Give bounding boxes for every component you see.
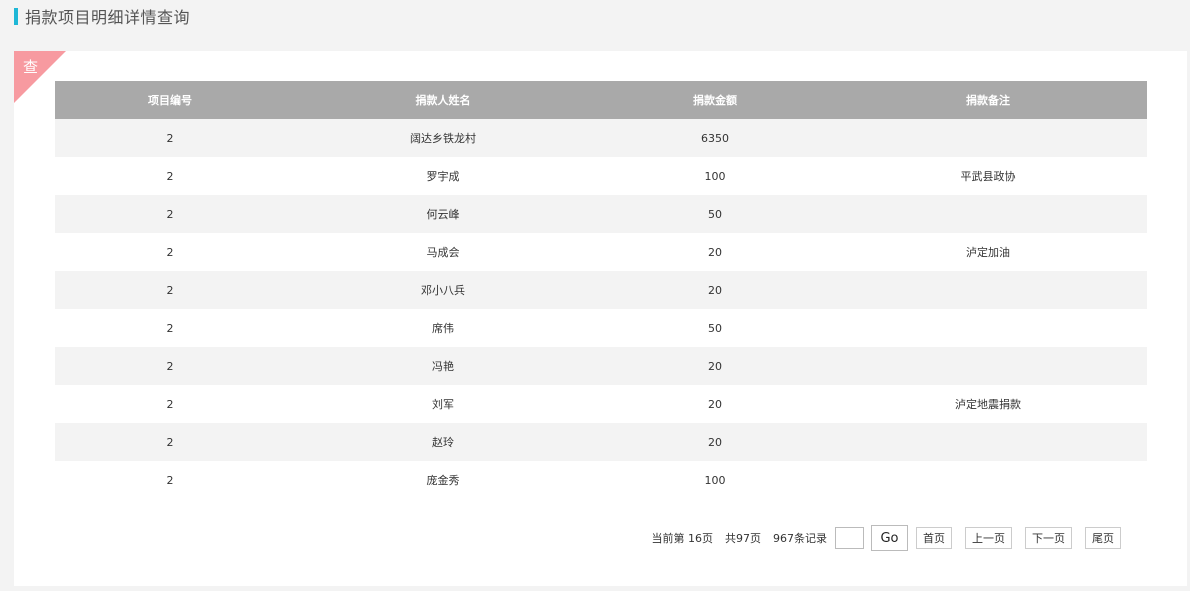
table-row: 2 马成会 20 泸定加油 xyxy=(55,233,1147,271)
cell-project-id: 2 xyxy=(55,385,285,423)
cell-donor-name: 庞金秀 xyxy=(285,461,601,499)
header-amount: 捐款金额 xyxy=(601,81,829,119)
corner-label: 查 xyxy=(23,58,39,76)
table-row: 2 刘军 20 泸定地震捐款 xyxy=(55,385,1147,423)
cell-amount: 20 xyxy=(601,347,829,385)
page-header: 捐款项目明细详情查询 xyxy=(14,6,191,27)
cell-remark: 泸定加油 xyxy=(829,233,1147,271)
title-accent-bar xyxy=(14,7,18,25)
cell-remark xyxy=(829,347,1147,385)
cell-donor-name: 马成会 xyxy=(285,233,601,271)
cell-amount: 20 xyxy=(601,423,829,461)
prev-page-button[interactable]: 上一页 xyxy=(965,527,1012,549)
table-row: 2 席伟 50 xyxy=(55,309,1147,347)
cell-remark xyxy=(829,309,1147,347)
cell-remark xyxy=(829,423,1147,461)
cell-project-id: 2 xyxy=(55,347,285,385)
cell-donor-name: 刘军 xyxy=(285,385,601,423)
results-panel: 查 项目编号 捐款人姓名 捐款金额 捐款备注 2 阔达乡铁龙村 6350 2 罗… xyxy=(14,51,1187,586)
cell-amount: 20 xyxy=(601,385,829,423)
table-row: 2 冯艳 20 xyxy=(55,347,1147,385)
cell-amount: 6350 xyxy=(601,119,829,157)
cell-project-id: 2 xyxy=(55,271,285,309)
cell-amount: 50 xyxy=(601,195,829,233)
cell-project-id: 2 xyxy=(55,423,285,461)
cell-donor-name: 阔达乡铁龙村 xyxy=(285,119,601,157)
cell-donor-name: 席伟 xyxy=(285,309,601,347)
cell-amount: 50 xyxy=(601,309,829,347)
total-records-text: 967条记录 xyxy=(773,532,827,545)
cell-donor-name: 邓小八兵 xyxy=(285,271,601,309)
cell-amount: 100 xyxy=(601,461,829,499)
cell-remark xyxy=(829,195,1147,233)
cell-project-id: 2 xyxy=(55,195,285,233)
cell-remark xyxy=(829,271,1147,309)
cell-donor-name: 罗宇成 xyxy=(285,157,601,195)
current-page-text: 当前第 16页 xyxy=(651,532,714,545)
cell-remark: 泸定地震捐款 xyxy=(829,385,1147,423)
page-title: 捐款项目明细详情查询 xyxy=(25,8,191,27)
table-row: 2 阔达乡铁龙村 6350 xyxy=(55,119,1147,157)
header-remark: 捐款备注 xyxy=(829,81,1147,119)
cell-remark xyxy=(829,119,1147,157)
first-page-button[interactable]: 首页 xyxy=(916,527,952,549)
header-project-id: 项目编号 xyxy=(55,81,285,119)
header-donor-name: 捐款人姓名 xyxy=(285,81,601,119)
cell-project-id: 2 xyxy=(55,461,285,499)
table-header-row: 项目编号 捐款人姓名 捐款金额 捐款备注 xyxy=(55,81,1147,119)
cell-project-id: 2 xyxy=(55,157,285,195)
cell-amount: 100 xyxy=(601,157,829,195)
cell-remark xyxy=(829,461,1147,499)
cell-donor-name: 赵玲 xyxy=(285,423,601,461)
cell-project-id: 2 xyxy=(55,309,285,347)
next-page-button[interactable]: 下一页 xyxy=(1025,527,1072,549)
cell-remark: 平武县政协 xyxy=(829,157,1147,195)
donation-table: 项目编号 捐款人姓名 捐款金额 捐款备注 2 阔达乡铁龙村 6350 2 罗宇成… xyxy=(55,81,1147,499)
total-pages-text: 共97页 xyxy=(725,532,761,545)
cell-project-id: 2 xyxy=(55,233,285,271)
table-row: 2 邓小八兵 20 xyxy=(55,271,1147,309)
cell-amount: 20 xyxy=(601,233,829,271)
table-row: 2 赵玲 20 xyxy=(55,423,1147,461)
table-row: 2 庞金秀 100 xyxy=(55,461,1147,499)
page-number-input[interactable] xyxy=(835,527,864,549)
cell-project-id: 2 xyxy=(55,119,285,157)
cell-donor-name: 何云峰 xyxy=(285,195,601,233)
go-button[interactable]: Go xyxy=(871,525,908,551)
cell-donor-name: 冯艳 xyxy=(285,347,601,385)
table-row: 2 罗宇成 100 平武县政协 xyxy=(55,157,1147,195)
pagination: 当前第 16页 共97页 967条记录 Go 首页 上一页 下一页 尾页 xyxy=(651,525,1121,551)
table-row: 2 何云峰 50 xyxy=(55,195,1147,233)
last-page-button[interactable]: 尾页 xyxy=(1085,527,1121,549)
cell-amount: 20 xyxy=(601,271,829,309)
